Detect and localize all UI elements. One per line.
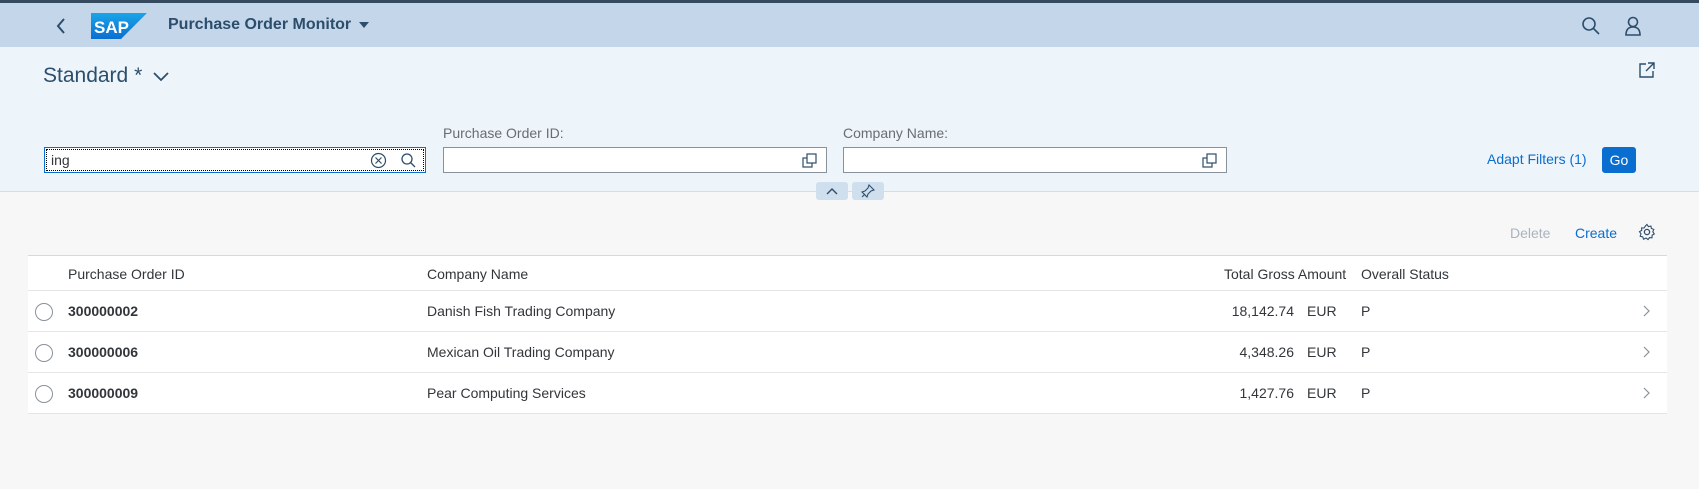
- sap-logo: SAP: [91, 13, 147, 39]
- company-name-cell: Danish Fish Trading Company: [427, 303, 616, 319]
- status-cell: P: [1361, 303, 1371, 319]
- purchase-order-id-label: Purchase Order ID:: [443, 125, 564, 141]
- currency-cell: EUR: [1307, 303, 1337, 319]
- currency-cell: EUR: [1307, 344, 1337, 360]
- table-row[interactable]: 300000006 Mexican Oil Trading Company 4,…: [28, 332, 1667, 373]
- purchase-order-id-cell: 300000006: [68, 344, 139, 360]
- status-cell: P: [1361, 344, 1371, 360]
- adapt-filters-button[interactable]: Adapt Filters (1): [1487, 151, 1587, 167]
- create-button[interactable]: Create: [1575, 225, 1617, 241]
- column-header-purchase-order-id[interactable]: Purchase Order ID: [68, 266, 185, 282]
- pin-icon: [861, 184, 875, 198]
- app-title: Purchase Order Monitor: [168, 16, 352, 33]
- purchase-order-id-input[interactable]: [444, 148, 826, 172]
- status-cell: P: [1361, 385, 1371, 401]
- column-header-overall-status[interactable]: Overall Status: [1361, 266, 1449, 282]
- purchase-order-id-cell: 300000009: [68, 385, 139, 401]
- row-select-radio[interactable]: [35, 344, 53, 362]
- value-help-icon[interactable]: [801, 152, 818, 169]
- table-toolbar: Delete Create: [28, 207, 1667, 256]
- gross-amount-cell: 4,348.26: [1239, 344, 1295, 360]
- gross-amount-cell: 1,427.76: [1239, 385, 1295, 401]
- column-header-company-name[interactable]: Company Name: [427, 266, 528, 282]
- chevron-up-icon: [826, 188, 838, 195]
- shell-bar: SAP Purchase Order Monitor: [0, 3, 1699, 47]
- company-name-cell: Pear Computing Services: [427, 385, 586, 401]
- gear-icon: [1638, 223, 1656, 241]
- purchase-order-id-field[interactable]: [443, 147, 827, 173]
- user-icon: [1625, 16, 1641, 36]
- share-icon: [1639, 62, 1655, 78]
- share-button[interactable]: [1638, 61, 1658, 81]
- chevron-down-icon: [153, 72, 169, 82]
- filter-header: Standard * Purchase Order ID: Company Na…: [0, 47, 1699, 192]
- purchase-orders-table: Delete Create Purchase Order ID Company …: [28, 207, 1667, 414]
- search-input[interactable]: [45, 148, 425, 172]
- company-name-cell: Mexican Oil Trading Company: [427, 344, 615, 360]
- clear-icon[interactable]: [370, 152, 387, 169]
- gross-amount-cell: 18,142.74: [1231, 303, 1294, 319]
- caret-down-icon: [359, 22, 370, 28]
- back-icon: [56, 18, 65, 34]
- row-select-radio[interactable]: [35, 303, 53, 321]
- variant-selector[interactable]: Standard *: [43, 64, 170, 88]
- sap-logo-text: SAP: [94, 18, 129, 37]
- shell-search-button[interactable]: [1580, 15, 1602, 37]
- app-title-menu[interactable]: Purchase Order Monitor: [168, 16, 370, 34]
- delete-button[interactable]: Delete: [1510, 225, 1550, 241]
- search-field[interactable]: [44, 147, 426, 173]
- collapse-header-button[interactable]: [816, 182, 848, 200]
- search-icon[interactable]: [400, 152, 417, 169]
- value-help-icon[interactable]: [1201, 152, 1218, 169]
- chevron-right-icon: [1643, 305, 1650, 317]
- user-button[interactable]: [1622, 15, 1644, 37]
- table-header: Purchase Order ID Company Name Total Gro…: [28, 256, 1667, 291]
- company-name-label: Company Name:: [843, 125, 949, 141]
- chevron-right-icon: [1643, 387, 1650, 399]
- company-name-field[interactable]: [843, 147, 1227, 173]
- currency-cell: EUR: [1307, 385, 1337, 401]
- search-icon: [1582, 17, 1600, 35]
- purchase-order-id-cell: 300000002: [68, 303, 139, 319]
- company-name-input[interactable]: [844, 148, 1226, 172]
- table-settings-button[interactable]: [1638, 223, 1656, 241]
- chevron-right-icon: [1643, 346, 1650, 358]
- table-row[interactable]: 300000009 Pear Computing Services 1,427.…: [28, 373, 1667, 414]
- row-select-radio[interactable]: [35, 385, 53, 403]
- back-button[interactable]: [50, 15, 72, 37]
- table-row[interactable]: 300000002 Danish Fish Trading Company 18…: [28, 291, 1667, 332]
- go-button[interactable]: Go: [1602, 147, 1636, 173]
- pin-header-button[interactable]: [852, 182, 884, 200]
- column-header-total-gross-amount[interactable]: Total Gross Amount: [1224, 266, 1346, 282]
- variant-name: Standard *: [43, 64, 143, 87]
